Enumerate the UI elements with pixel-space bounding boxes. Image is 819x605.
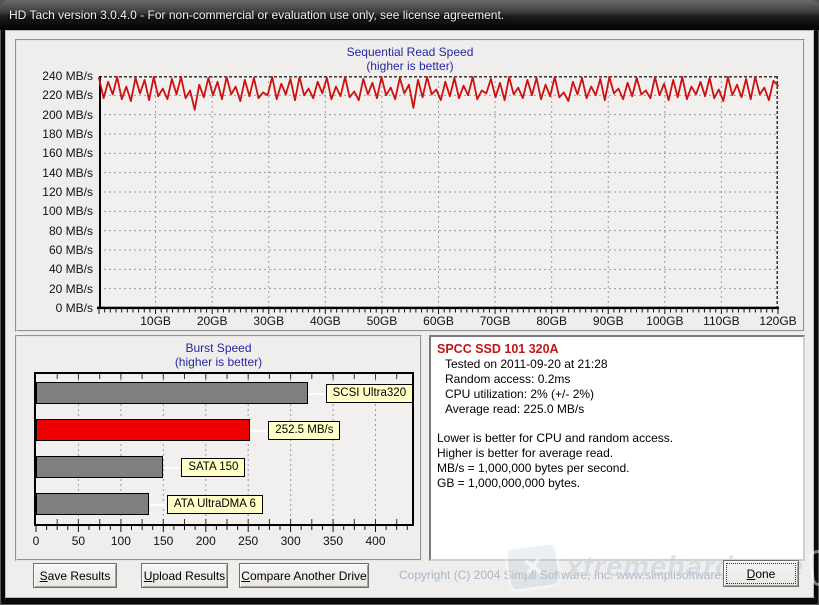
drive-name: SPCC SSD 101 320A [437, 341, 797, 357]
burst-bar [36, 382, 308, 404]
y-axis-tick-label: 0 MB/s [17, 301, 93, 315]
burst-chart-title: Burst Speed [17, 341, 420, 355]
y-axis-tick-label: 20 MB/s [17, 282, 93, 296]
burst-axis-tick-label: 150 [153, 534, 173, 548]
save-results-label: Save Results [40, 569, 111, 583]
bar-label-leader [150, 504, 165, 506]
bar-label-leader [164, 467, 179, 469]
upload-results-label: Upload Results [144, 569, 225, 583]
hd-tach-window: HD Tach version 3.0.4.0 - For non-commer… [0, 0, 819, 605]
y-axis-tick-label: 100 MB/s [17, 204, 93, 218]
note-gb-definition: GB = 1,000,000,000 bytes. [437, 476, 797, 491]
y-axis-tick-label: 220 MB/s [17, 88, 93, 102]
x-axis-tick-label: 70GB [480, 314, 511, 328]
x-axis-tick-label: 50GB [367, 314, 398, 328]
watermark-suffix: it [808, 547, 819, 587]
info-cpu-utilization: CPU utilization: 2% (+/- 2%) [437, 387, 797, 402]
done-button[interactable]: Done [723, 560, 799, 587]
copyright-text: Copyright (C) 2004 Simpli Software, Inc.… [399, 568, 747, 582]
x-axis-tick-label: 10GB [140, 314, 171, 328]
info-tested-on: Tested on 2011-09-20 at 21:28 [437, 357, 797, 372]
burst-bar-label: ATA UltraDMA 6 [167, 495, 263, 514]
burst-bar-label: 252.5 MB/s [268, 421, 340, 440]
titlebar[interactable]: HD Tach version 3.0.4.0 - For non-commer… [0, 0, 819, 30]
burst-axis-tick-label: 50 [72, 534, 85, 548]
info-spacer [437, 417, 797, 431]
y-axis-tick-label: 120 MB/s [17, 185, 93, 199]
note-lower-better: Lower is better for CPU and random acces… [437, 431, 797, 446]
info-random-access: Random access: 0.2ms [437, 372, 797, 387]
x-axis-tick-label: 80GB [536, 314, 567, 328]
client-area: Sequential Read Speed (higher is better)… [5, 30, 814, 598]
info-average-read: Average read: 225.0 MB/s [437, 402, 797, 417]
burst-axis-tick-label: 250 [238, 534, 258, 548]
note-higher-better: Higher is better for average read. [437, 446, 797, 461]
note-mbs-definition: MB/s = 1,000,000 bytes per second. [437, 461, 797, 476]
save-results-button[interactable]: Save Results [33, 563, 117, 588]
burst-chart-subtitle: (higher is better) [17, 355, 420, 369]
burst-axis-tick-label: 400 [365, 534, 385, 548]
drive-info-panel: SPCC SSD 101 320A Tested on 2011-09-20 a… [429, 335, 805, 561]
y-axis-tick-label: 180 MB/s [17, 127, 93, 141]
burst-bar-label: SCSI Ultra320 [326, 384, 414, 403]
window-frame: HD Tach version 3.0.4.0 - For non-commer… [0, 0, 819, 605]
burst-x-axis-labels: 0 50 100 150 200 250 300 350 400 [17, 534, 420, 550]
x-axis-tick-label: 110GB [703, 314, 739, 328]
x-axis-tick-label: 60GB [423, 314, 454, 328]
x-axis-tick-label: 20GB [197, 314, 228, 328]
x-axis-tick-label: 90GB [593, 314, 624, 328]
bar-label-leader [309, 393, 324, 395]
window-title: HD Tach version 3.0.4.0 - For non-commer… [0, 8, 504, 22]
sequential-line-chart [99, 76, 778, 316]
x-axis-tick-label: 100GB [646, 314, 683, 328]
burst-axis-tick-label: 200 [196, 534, 216, 548]
sequential-chart-title: Sequential Read Speed [17, 45, 803, 59]
burst-bar [36, 419, 250, 441]
y-axis-tick-label: 60 MB/s [17, 243, 93, 257]
x-axis-tick-label: 30GB [253, 314, 284, 328]
burst-plot-area: SCSI Ultra320 252.5 MB/s SATA 150 ATA Ultra… [34, 372, 414, 526]
sequential-y-axis-labels: 240 MB/s 220 MB/s 200 MB/s 180 MB/s 160 MB/s… [17, 41, 93, 330]
burst-axis-tick-label: 0 [33, 534, 40, 548]
burst-bar [36, 493, 149, 515]
burst-bar-label: SATA 150 [181, 458, 245, 477]
x-axis-tick-label: 40GB [310, 314, 341, 328]
compare-another-drive-button[interactable]: Compare Another Drive [239, 563, 369, 588]
done-label: Done [747, 567, 776, 581]
burst-bar [36, 456, 163, 478]
burst-axis-tick-label: 300 [281, 534, 301, 548]
y-axis-tick-label: 160 MB/s [17, 146, 93, 160]
burst-speed-panel: Burst Speed (higher is better) SCSI Ultr… [15, 335, 422, 561]
bar-label-leader [251, 430, 266, 432]
burst-axis-tick-label: 350 [323, 534, 343, 548]
burst-axis-tick-label: 100 [111, 534, 131, 548]
y-axis-tick-label: 200 MB/s [17, 108, 93, 122]
burst-axis-ticks [34, 526, 414, 533]
sequential-read-panel: Sequential Read Speed (higher is better)… [15, 39, 805, 332]
y-axis-tick-label: 140 MB/s [17, 166, 93, 180]
sequential-chart-subtitle: (higher is better) [17, 59, 803, 73]
y-axis-tick-label: 40 MB/s [17, 262, 93, 276]
x-axis-tick-label: 120GB [759, 314, 796, 328]
upload-results-button[interactable]: Upload Results [141, 563, 228, 588]
sequential-plot-area [99, 76, 778, 308]
y-axis-tick-label: 240 MB/s [17, 69, 93, 83]
y-axis-tick-label: 80 MB/s [17, 224, 93, 238]
compare-another-drive-label: Compare Another Drive [241, 569, 366, 583]
